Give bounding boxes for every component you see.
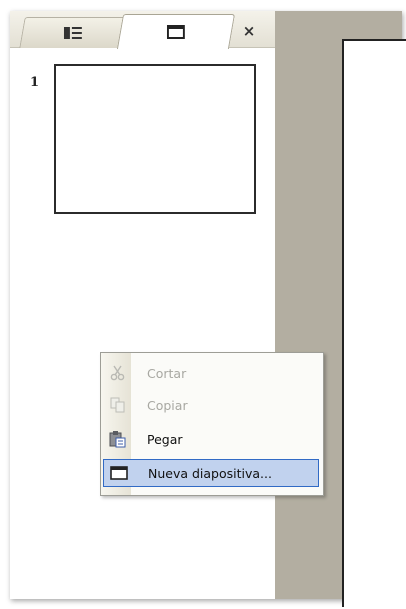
paste-icon (103, 430, 133, 448)
close-icon: × (242, 22, 256, 40)
new-slide-icon (104, 466, 134, 480)
menu-item-label: Pegar (147, 431, 183, 447)
close-pane-button[interactable]: × (238, 21, 260, 41)
application-window: × 1 (10, 11, 406, 607)
menu-item-label: Copiar (147, 397, 188, 413)
tab-outline[interactable] (19, 17, 127, 48)
slides-pane: × 1 (10, 11, 275, 599)
slide-thumbnail[interactable] (54, 64, 256, 214)
slide-number: 1 (30, 75, 40, 90)
menu-item-label: Cortar (147, 365, 187, 381)
menu-item-copy[interactable]: Copiar (103, 391, 319, 419)
menu-item-label: Nueva diapositiva... (148, 465, 272, 481)
menu-item-new-slide[interactable]: Nueva diapositiva... (103, 459, 319, 487)
pane-tab-bar: × (10, 11, 275, 49)
scissors-icon (103, 365, 133, 381)
outline-icon (63, 26, 82, 40)
context-menu: Cortar Copiar Pegar Nueva diapositiva... (100, 352, 324, 496)
copy-icon (103, 397, 133, 413)
slide-canvas[interactable] (342, 39, 406, 607)
menu-item-paste[interactable]: Pegar (103, 425, 319, 453)
slide-icon (166, 25, 185, 39)
menu-item-cut[interactable]: Cortar (103, 359, 319, 387)
tab-slides[interactable] (116, 14, 236, 49)
